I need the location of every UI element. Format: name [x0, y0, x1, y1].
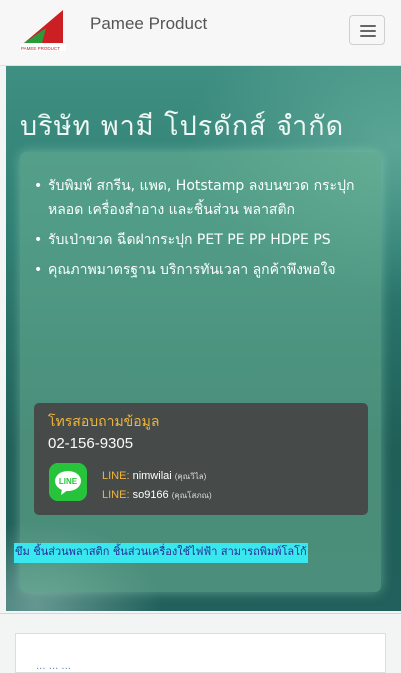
- scrolling-marquee: ขึม ชิ้นส่วนพลาสติก ชิ้นส่วนเครื่องใช้ไฟ…: [14, 543, 308, 563]
- line-id: so9166: [132, 489, 169, 501]
- navbar: PAMEE PRODUCT Pamee Product: [0, 0, 401, 66]
- content-card: ... ... ...: [15, 633, 386, 673]
- line-contact-name: (คุณโสภณ): [171, 491, 212, 500]
- section-divider: [0, 613, 401, 614]
- line-icon-text: LINE: [59, 477, 78, 486]
- menu-toggle-button[interactable]: [349, 15, 385, 45]
- contact-box: โทรสอบถามข้อมูล 02-156-9305 LINE LINE: n…: [34, 403, 368, 515]
- service-item: คุณภาพมาตรฐาน บริการทันเวลา ลูกค้าพึงพอใ…: [34, 258, 378, 282]
- hamburger-icon: [360, 25, 376, 27]
- pamee-logo[interactable]: PAMEE PRODUCT: [18, 10, 68, 52]
- service-item: รับพิมพ์ สกรีน, แพด, Hotstamp ลงบนขวด กร…: [34, 174, 378, 222]
- phone-number[interactable]: 02-156-9305: [48, 435, 133, 452]
- company-title: บริษัท พามี โปรดักส์ จำกัด: [20, 111, 345, 142]
- hero-banner: บริษัท พามี โปรดักส์ จำกัด รับพิมพ์ สกรี…: [6, 66, 401, 611]
- contact-label: โทรสอบถามข้อมูล: [48, 414, 160, 430]
- line-app-icon[interactable]: LINE: [49, 463, 87, 501]
- line-id-row[interactable]: LINE: so9166 (คุณโสภณ): [102, 489, 212, 502]
- brand-name[interactable]: Pamee Product: [90, 14, 207, 34]
- services-list: รับพิมพ์ สกรีน, แพด, Hotstamp ลงบนขวด กร…: [26, 174, 378, 288]
- logo-text: PAMEE PRODUCT: [21, 46, 60, 51]
- card-text: ... ... ...: [36, 661, 71, 672]
- line-id: nimwilai: [132, 470, 172, 482]
- line-id-row[interactable]: LINE: nimwilai (คุณวิไล): [102, 470, 206, 483]
- line-contact-name: (คุณวิไล): [174, 472, 207, 481]
- services-panel: รับพิมพ์ สกรีน, แพด, Hotstamp ลงบนขวด กร…: [20, 152, 381, 592]
- service-item: รับเป่าขวด ฉีดฝากระปุก PET PE PP HDPE PS: [34, 228, 378, 252]
